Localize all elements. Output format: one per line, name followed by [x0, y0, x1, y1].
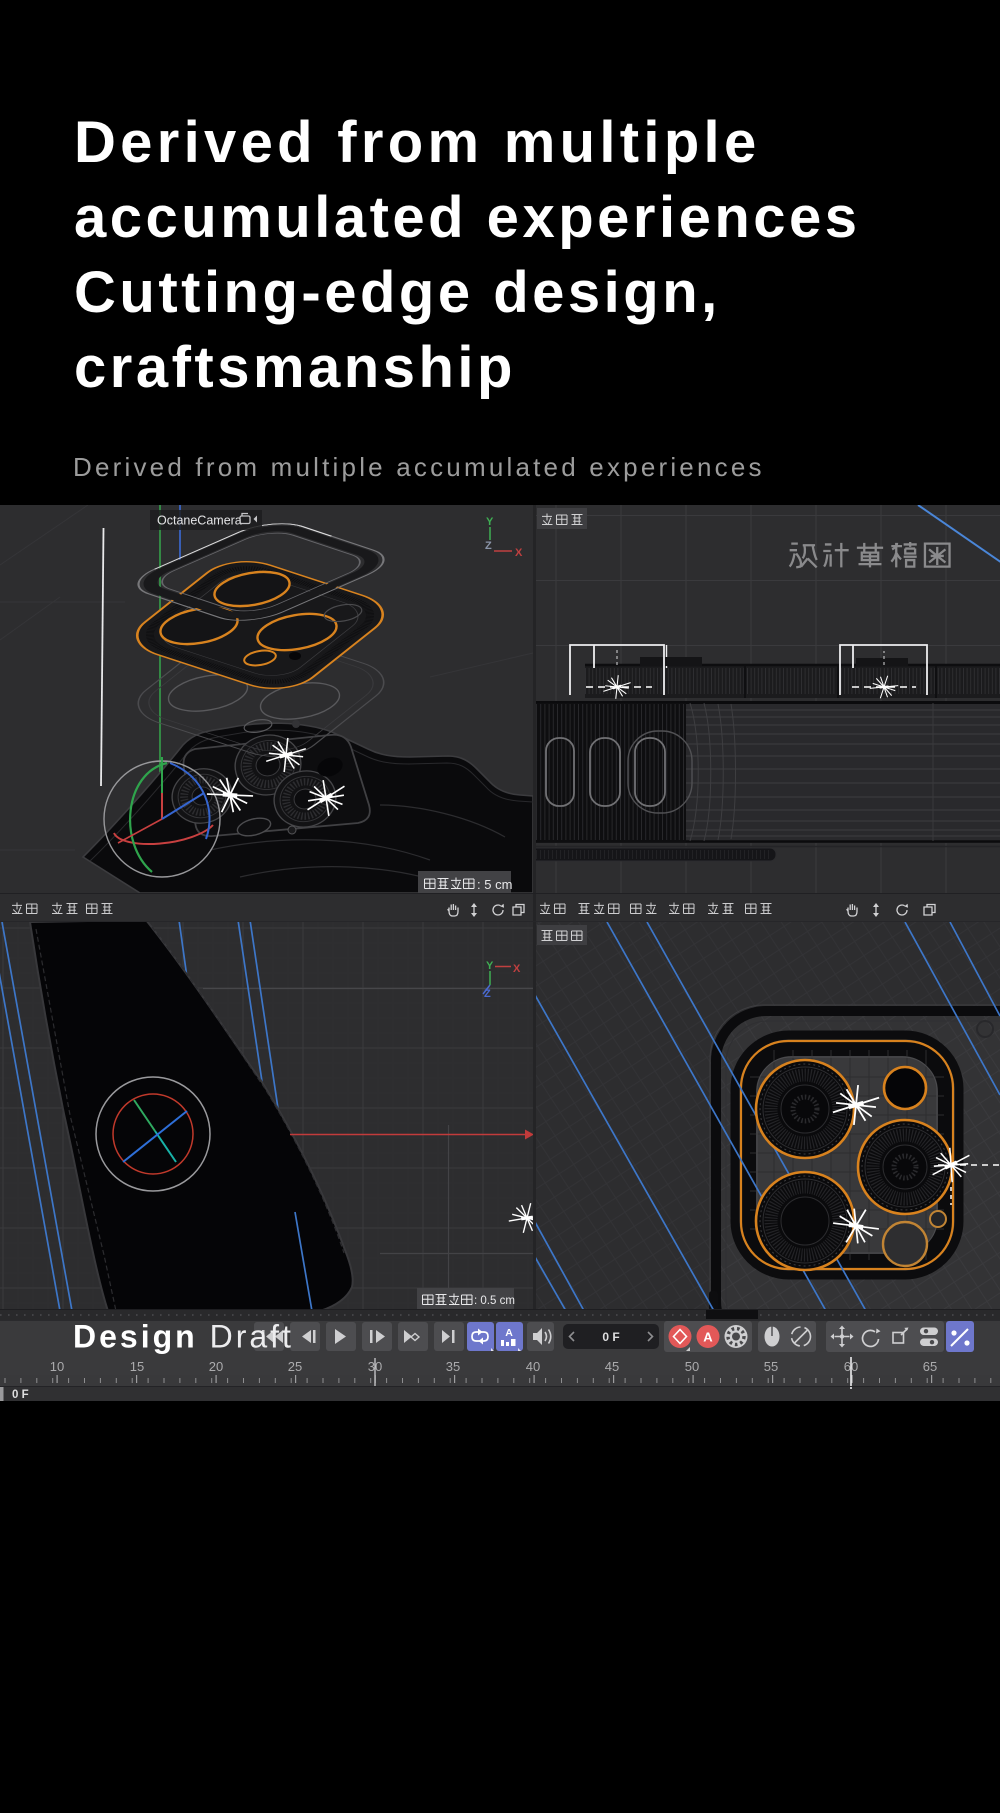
svg-text:OctaneCamera: OctaneCamera — [157, 514, 242, 528]
svg-text:35: 35 — [446, 1359, 460, 1374]
svg-text:65: 65 — [923, 1359, 937, 1374]
svg-text:A: A — [703, 1330, 713, 1345]
svg-text:15: 15 — [130, 1359, 144, 1374]
svg-text:40: 40 — [526, 1359, 540, 1374]
svg-text:50: 50 — [685, 1359, 699, 1374]
svg-text:25: 25 — [288, 1359, 302, 1374]
svg-text:0 F: 0 F — [602, 1330, 619, 1344]
svg-text:X: X — [513, 963, 521, 975]
svg-text:55: 55 — [764, 1359, 778, 1374]
svg-text:45: 45 — [605, 1359, 619, 1374]
svg-text:Design Draft: Design Draft — [73, 1319, 294, 1355]
svg-text:: 5 cm: : 5 cm — [477, 877, 512, 892]
svg-text:10: 10 — [50, 1359, 64, 1374]
svg-text:20: 20 — [209, 1359, 223, 1374]
svg-text:X: X — [515, 547, 523, 559]
svg-text:Z: Z — [484, 988, 491, 1000]
svg-text:: 0.5 cm: : 0.5 cm — [474, 1295, 515, 1307]
svg-text:Y: Y — [486, 960, 494, 972]
svg-text:A: A — [505, 1327, 513, 1339]
svg-text:Z: Z — [485, 540, 492, 552]
svg-text:0 F: 0 F — [12, 1389, 29, 1401]
svg-text:Y: Y — [486, 516, 494, 528]
